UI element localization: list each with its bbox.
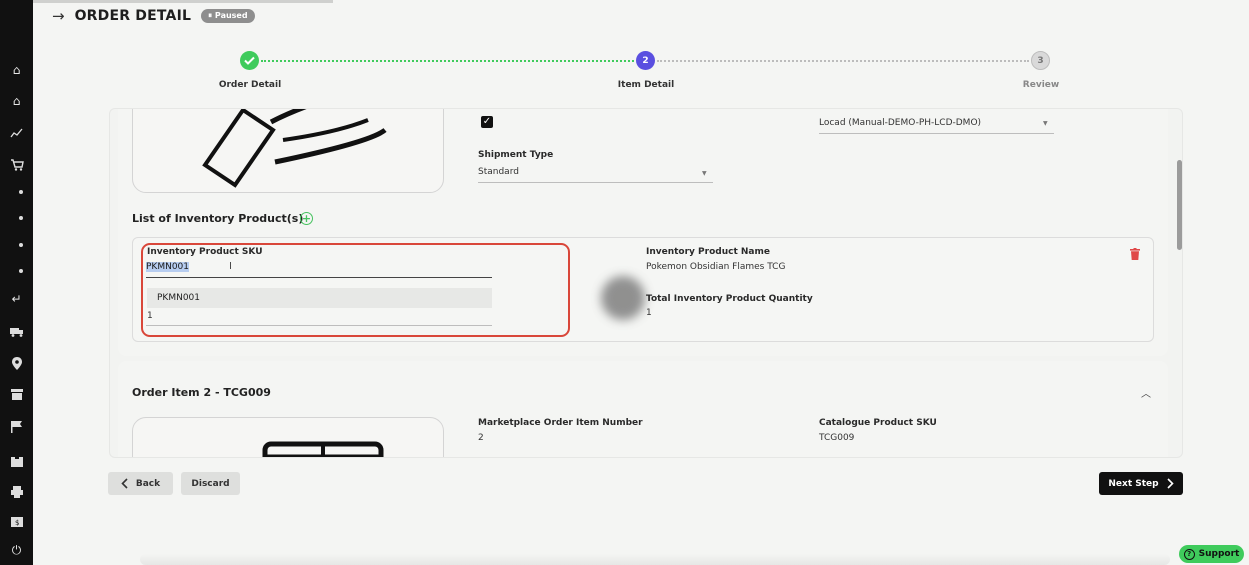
shipment-type-value: Standard <box>478 167 519 177</box>
discard-button-label: Discard <box>191 478 230 489</box>
back-arrow-icon[interactable]: → <box>52 7 65 25</box>
shipment-type-select[interactable] <box>478 182 713 183</box>
discard-button[interactable]: Discard <box>181 472 240 495</box>
package-icon[interactable] <box>8 452 25 469</box>
page-header: → ORDER DETAIL ⏸ Paused <box>52 6 255 26</box>
help-icon: ? <box>1183 548 1195 560</box>
step-connector-pending <box>657 60 1029 62</box>
annotation-highlight-box <box>141 243 570 337</box>
catalogue-sku-value: TCG009 <box>819 433 855 443</box>
shipping-location-select[interactable] <box>819 133 1054 134</box>
click-indicator <box>601 276 645 320</box>
bottom-edge-shadow <box>140 554 1170 565</box>
chevron-down-icon[interactable]: ▼ <box>1043 120 1048 127</box>
return-icon[interactable]: ↵ <box>8 290 25 307</box>
chevron-left-icon <box>121 478 128 489</box>
product-illustration <box>202 109 387 188</box>
step-1-label: Order Detail <box>218 80 282 90</box>
back-button-label: Back <box>135 478 161 489</box>
delete-trash-icon[interactable] <box>1130 248 1140 260</box>
submenu-dot[interactable] <box>19 190 23 194</box>
step-2-indicator[interactable]: 2 <box>636 51 655 70</box>
billing-icon[interactable]: $ <box>8 513 25 530</box>
chevron-up-icon[interactable]: ︿ <box>1141 385 1151 400</box>
product-illustration-2 <box>262 441 384 457</box>
step-2-label: Item Detail <box>617 80 675 90</box>
submenu-dot[interactable] <box>19 269 23 273</box>
next-step-label: Next Step <box>1108 478 1159 489</box>
shipment-type-label: Shipment Type <box>478 150 554 160</box>
status-text: Paused <box>214 11 248 20</box>
chevron-down-icon[interactable]: ▼ <box>702 170 707 177</box>
power-icon[interactable]: ⏻ <box>8 542 25 559</box>
submenu-dot[interactable] <box>19 216 23 220</box>
shipping-location-value: Locad (Manual-DEMO-PH-LCD-DMO) <box>819 118 982 128</box>
next-step-button[interactable]: Next Step <box>1099 472 1183 495</box>
add-inventory-icon[interactable]: + <box>300 212 313 225</box>
product-image <box>132 109 444 193</box>
product-image-2 <box>132 417 444 457</box>
marketplace-item-number-value: 2 <box>478 433 484 443</box>
confirm-checkbox[interactable]: ✓ <box>481 116 493 128</box>
archive-icon[interactable] <box>8 386 25 403</box>
step-3-indicator[interactable]: 3 <box>1031 51 1050 70</box>
inventory-name-value: Pokemon Obsidian Flames TCG <box>646 262 786 272</box>
page-title: ORDER DETAIL <box>74 8 192 24</box>
order-item-2-title: Order Item 2 - TCG009 <box>132 386 271 399</box>
cart-icon[interactable] <box>8 156 25 173</box>
chevron-right-icon <box>1167 478 1174 489</box>
total-quantity-label: Total Inventory Product Quantity <box>646 294 813 304</box>
analytics-icon[interactable] <box>8 124 25 141</box>
total-quantity-value: 1 <box>646 308 652 318</box>
truck-icon[interactable] <box>8 323 25 340</box>
back-button[interactable]: Back <box>108 472 173 495</box>
location-pin-icon[interactable] <box>8 355 25 372</box>
status-badge: ⏸ Paused <box>201 9 255 23</box>
marketplace-item-number-label: Marketplace Order Item Number <box>478 418 643 428</box>
support-button[interactable]: ? Support <box>1179 545 1244 563</box>
progress-stepper: 2 3 Order Detail Item Detail Review <box>0 48 1249 98</box>
flag-icon[interactable] <box>8 418 25 435</box>
submenu-dot[interactable] <box>19 243 23 247</box>
vertical-scrollbar[interactable] <box>1177 160 1182 250</box>
printer-icon[interactable] <box>8 483 25 500</box>
catalogue-sku-label: Catalogue Product SKU <box>819 418 937 428</box>
order-items-scroll-area[interactable]: ✓ Locad (Manual-DEMO-PH-LCD-DMO) ▼ Shipm… <box>109 108 1183 458</box>
step-connector-complete <box>261 60 634 62</box>
step-3-label: Review <box>1022 80 1060 90</box>
top-edge-shadow <box>33 0 333 3</box>
svg-text:$: $ <box>15 519 19 527</box>
support-label: Support <box>1198 549 1240 559</box>
inventory-name-label: Inventory Product Name <box>646 247 770 257</box>
inventory-section-title: List of Inventory Product(s) <box>132 212 304 225</box>
step-1-check-icon[interactable] <box>240 51 259 70</box>
